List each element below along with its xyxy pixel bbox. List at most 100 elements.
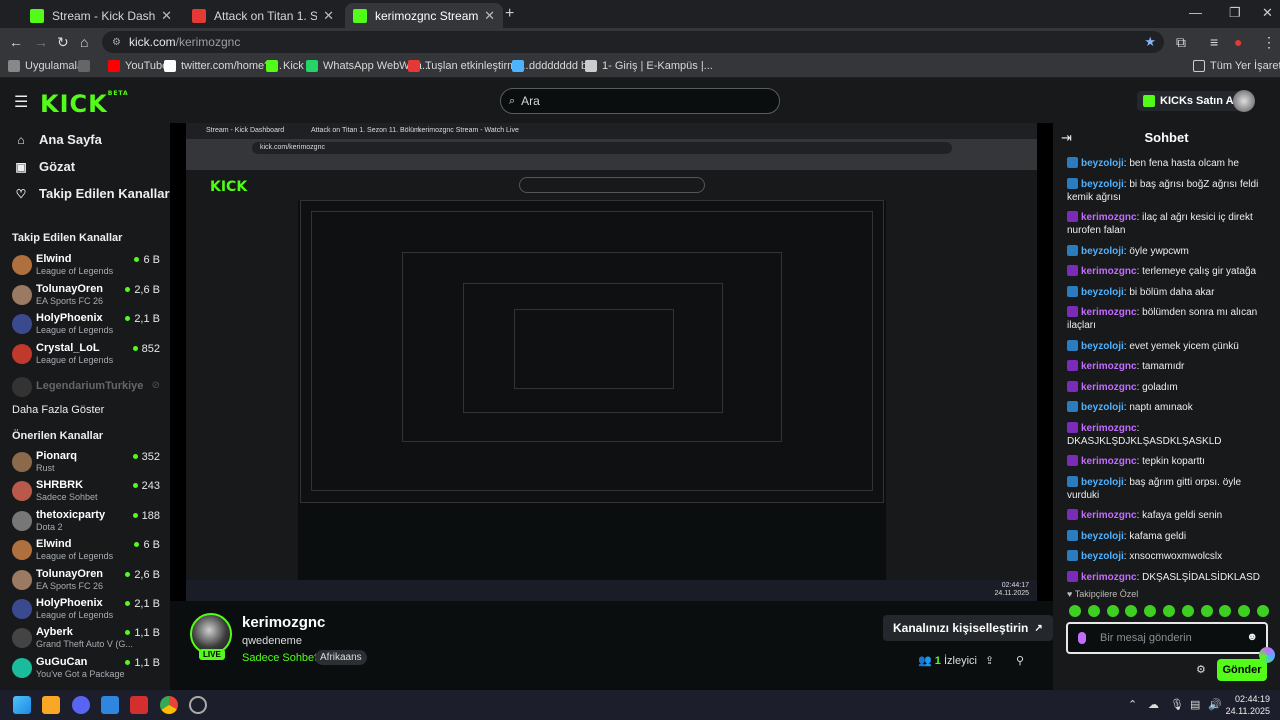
mic-tray-icon[interactable]: 🎙	[1170, 698, 1184, 711]
chat-username[interactable]: beyzoloji	[1081, 287, 1124, 298]
customize-channel-button[interactable]: Kanalınızı kişiselleştirin ↗	[883, 615, 1053, 641]
all-bookmarks[interactable]: Tüm Yer İşaretleri	[1193, 60, 1280, 72]
emote-icon[interactable]	[1238, 605, 1251, 617]
close-tab-icon[interactable]: ✕	[161, 8, 172, 24]
sidebar-channel[interactable]: GuGuCan You've Got a Package 1,1 B	[12, 655, 160, 683]
close-window-icon[interactable]: ✕	[1262, 5, 1273, 21]
kick-logo[interactable]: KICKBETA	[40, 90, 129, 118]
reload-icon[interactable]: ↻	[57, 34, 69, 51]
app-icon[interactable]	[101, 696, 119, 714]
sidebar-channel[interactable]: Pionarq Rust 352	[12, 449, 160, 477]
close-tab-icon[interactable]: ✕	[484, 8, 495, 24]
bookmark-ekampus[interactable]: 1- Giriş | E-Kampüs |...	[585, 60, 713, 72]
sidebar-channel[interactable]: Ayberk Grand Theft Auto V (G... 1,1 B	[12, 625, 160, 653]
browser-tab[interactable]: Attack on Titan 1. Sezon 11. Bölüm ✕	[184, 3, 342, 28]
stream-category[interactable]: Sadece Sohbet	[242, 652, 317, 664]
minimize-icon[interactable]: —	[1189, 5, 1202, 20]
sidebar-nav-item[interactable]: ▣ Gözat	[13, 159, 75, 174]
video-player[interactable]: Stream - Kick Dashboard Attack on Titan …	[170, 123, 1053, 601]
floating-assistant-icon[interactable]	[1259, 647, 1275, 663]
emote-icon[interactable]	[1125, 605, 1138, 617]
bookmark-star-icon[interactable]: ★	[1144, 34, 1156, 50]
browser-menu-icon[interactable]: ⋮	[1262, 34, 1276, 51]
sidebar-channel[interactable]: Elwind League of Legends 6 B	[12, 537, 160, 565]
stream-tag[interactable]: Afrikaans	[315, 650, 367, 665]
chat-username[interactable]: beyzoloji	[1081, 477, 1124, 488]
chat-username[interactable]: kerimozgnc	[1081, 423, 1137, 434]
sidebar-channel[interactable]: thetoxicparty Dota 2 188	[12, 508, 160, 536]
gear-icon[interactable]: ⚙	[1196, 663, 1206, 676]
maximize-icon[interactable]: ❐	[1229, 5, 1241, 21]
cloud-icon[interactable]: ☁	[1148, 698, 1159, 711]
emote-icon[interactable]	[1219, 605, 1232, 617]
emoji-icon[interactable]: ☻	[1246, 631, 1258, 643]
network-icon[interactable]: ▤	[1190, 698, 1200, 711]
bookmark-apps[interactable]: Uygulamalar	[8, 60, 87, 72]
site-info-icon[interactable]: ⚙	[112, 37, 121, 48]
chat-username[interactable]: beyzoloji	[1081, 531, 1124, 542]
bookmark-dddd[interactable]: dddddddd b	[512, 60, 587, 72]
discord-icon[interactable]	[72, 696, 90, 714]
search-input[interactable]: ⌕ Ara	[500, 88, 780, 114]
buy-kicks-button[interactable]: KICKs Satın Al	[1137, 91, 1243, 111]
emote-icon[interactable]	[1181, 605, 1194, 617]
new-tab-icon[interactable]: +	[505, 5, 514, 23]
browser-tab-active[interactable]: kerimozgnc Stream - Watch Live ✕	[345, 3, 503, 28]
back-icon[interactable]: ←	[9, 34, 23, 50]
sidebar-channel[interactable]: Crystal_LoL League of Legends 852	[12, 341, 160, 369]
chat-username[interactable]: beyzoloji	[1081, 158, 1124, 169]
menu-icon[interactable]: ☰	[14, 92, 28, 112]
send-button[interactable]: Gönder	[1217, 659, 1267, 681]
emote-icon[interactable]	[1087, 605, 1100, 617]
sidebar-channel[interactable]: Elwind League of Legends 6 B	[12, 252, 160, 280]
chat-username[interactable]: kerimozgnc	[1081, 510, 1137, 521]
emote-icon[interactable]	[1200, 605, 1213, 617]
show-more-link[interactable]: Daha Fazla Göster	[12, 404, 104, 416]
sidebar-channel[interactable]: TolunayOren EA Sports FC 26 2,6 B	[12, 282, 160, 310]
add-user-icon[interactable]: ⚲	[1016, 654, 1024, 667]
chat-username[interactable]: kerimozgnc	[1081, 382, 1137, 393]
share-icon[interactable]: ⇪	[985, 654, 994, 667]
volume-icon[interactable]: 🔊	[1208, 698, 1222, 711]
chat-username[interactable]: beyzoloji	[1081, 551, 1124, 562]
sidebar-offline-channel[interactable]: LegendariumTurkiye ⊘	[12, 374, 160, 402]
sidebar-nav-item[interactable]: ⌂ Ana Sayfa	[13, 132, 102, 147]
file-explorer-icon[interactable]	[42, 696, 60, 714]
emote-icon[interactable]	[1106, 605, 1119, 617]
sidebar-channel[interactable]: TolunayOren EA Sports FC 26 2,6 B	[12, 567, 160, 595]
system-clock[interactable]: 02:44:19 24.11.2025	[1226, 693, 1270, 717]
chrome-icon[interactable]	[160, 696, 178, 714]
chat-username[interactable]: kerimozgnc	[1081, 361, 1137, 372]
bookmark-twitter[interactable]: twitter.com/home?l...	[164, 60, 282, 72]
start-icon[interactable]	[13, 696, 31, 714]
emote-icon[interactable]	[1144, 605, 1157, 617]
emote-icon[interactable]	[1069, 605, 1081, 617]
sidebar-channel[interactable]: SHRBRK Sadece Sohbet 243	[12, 478, 160, 506]
chat-username[interactable]: kerimozgnc	[1081, 456, 1137, 467]
address-bar[interactable]: ⚙ kick.com/kerimozgnc ★	[102, 31, 1164, 53]
chat-username[interactable]: kerimozgnc	[1081, 212, 1137, 223]
chat-username[interactable]: beyzoloji	[1081, 402, 1124, 413]
sidebar-channel[interactable]: HolyPhoenix League of Legends 2,1 B	[12, 311, 160, 339]
extensions-icon[interactable]: ⧉	[1176, 34, 1186, 51]
sidebar-channel[interactable]: HolyPhoenix League of Legends 2,1 B	[12, 596, 160, 624]
avatar[interactable]	[1233, 90, 1255, 112]
close-tab-icon[interactable]: ✕	[323, 8, 334, 24]
forward-icon[interactable]: →	[34, 34, 48, 50]
recorder-icon[interactable]	[130, 696, 148, 714]
chat-username[interactable]: beyzoloji	[1081, 179, 1124, 190]
home-browser-icon[interactable]: ⌂	[80, 34, 88, 50]
chat-input-box[interactable]: ☻	[1066, 622, 1268, 654]
bookmark-kick[interactable]: Kick	[266, 60, 304, 72]
chat-message-input[interactable]	[1100, 632, 1240, 644]
bookmark-youtube[interactable]: YouTube	[108, 60, 168, 72]
chat-username[interactable]: kerimozgnc	[1081, 266, 1137, 277]
chat-username[interactable]: beyzoloji	[1081, 341, 1124, 352]
chat-username[interactable]: beyzoloji	[1081, 246, 1124, 257]
sidebar-nav-item[interactable]: ♡ Takip Edilen Kanallar	[13, 186, 170, 201]
tray-chevron-icon[interactable]: ⌃	[1128, 698, 1137, 711]
mic-icon[interactable]	[1078, 632, 1086, 644]
streamer-name[interactable]: kerimozgnc	[242, 614, 325, 631]
emote-icon[interactable]	[1162, 605, 1175, 617]
chat-username[interactable]: kerimozgnc	[1081, 572, 1137, 583]
